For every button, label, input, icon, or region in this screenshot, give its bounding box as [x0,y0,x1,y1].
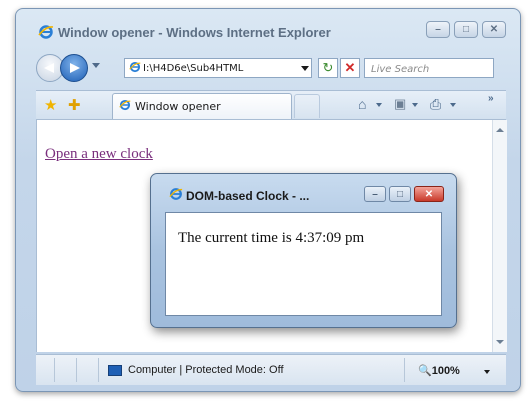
status-separator [76,358,77,382]
address-text: I:\H4D6e\Sub4HTML [143,62,244,74]
popup-caption-buttons: – □ ✕ [364,186,444,202]
print-dropdown[interactable] [450,103,456,107]
security-zone[interactable]: Computer | Protected Mode: Off [108,364,284,376]
ie-logo-icon [169,187,183,204]
minimize-icon: – [372,188,378,200]
minimize-icon: – [435,24,441,35]
window-title: Window opener - Windows Internet Explore… [58,25,331,40]
print-icon[interactable]: ⎙ [430,96,441,113]
forward-button[interactable] [60,54,88,82]
favorites-star-icon[interactable]: ★ [44,96,57,114]
status-separator [98,358,99,382]
screenshot-stage: Window opener - Windows Internet Explore… [0,0,528,403]
open-clock-link[interactable]: Open a new clock [45,146,153,163]
zoom-dropdown[interactable] [484,370,490,374]
feeds-icon[interactable]: ▣ [394,96,406,112]
zoom-level[interactable]: 🔍100% [418,364,460,377]
popup-close-button[interactable]: ✕ [414,186,444,202]
minimize-button[interactable]: – [426,21,450,38]
scroll-up-icon[interactable] [496,128,504,132]
home-icon[interactable]: ⌂ [358,96,366,112]
address-bar[interactable]: I:\H4D6e\Sub4HTML [124,58,312,78]
popup-minimize-button[interactable]: – [364,186,386,202]
zoom-icon: 🔍 [418,365,432,377]
refresh-button[interactable]: ↻ [318,58,338,78]
maximize-icon: □ [462,24,470,35]
home-dropdown[interactable] [376,103,382,107]
ie-logo-icon [38,24,54,43]
scroll-down-icon[interactable] [496,340,504,344]
tab-label: Window opener [135,100,221,113]
current-time-text: The current time is 4:37:09 pm [178,230,365,246]
maximize-icon: □ [396,188,404,200]
tab-page-icon [119,99,131,114]
stop-button[interactable]: ✕ [340,58,360,78]
page-icon [129,61,141,76]
close-icon: ✕ [489,24,499,35]
security-zone-text: Computer | Protected Mode: Off [128,364,284,376]
clock-popup-window: DOM-based Clock - ... – □ ✕ The current … [150,173,457,328]
refresh-icon: ↻ [322,60,334,75]
popup-title: DOM-based Clock - ... [186,188,310,203]
popup-title-bar: DOM-based Clock - ... [169,187,309,204]
computer-icon [108,364,122,376]
add-favorites-icon[interactable]: ✚ [68,96,81,114]
stop-icon: ✕ [344,60,356,75]
more-commands-chevron-icon[interactable]: » [488,93,494,104]
popup-content: The current time is 4:37:09 pm [165,212,442,316]
recent-pages-dropdown[interactable] [92,63,100,68]
search-input[interactable] [364,58,494,78]
popup-maximize-button[interactable]: □ [389,186,411,202]
navigation-bar: I:\H4D6e\Sub4HTML ↻ ✕ [36,52,506,84]
zoom-value: 100% [431,365,460,377]
window-caption-buttons: – □ ✕ [426,21,506,38]
close-button[interactable]: ✕ [482,21,506,38]
status-bar: Computer | Protected Mode: Off 🔍100% [36,354,506,385]
new-tab-button[interactable] [294,94,320,118]
status-separator [404,358,405,382]
window-title-bar: Window opener - Windows Internet Explore… [38,24,331,43]
close-icon: ✕ [424,188,434,200]
status-separator [54,358,55,382]
tab-bar: ★ ✚ Window opener ⌂ ▣ ⎙ » [36,90,506,120]
maximize-button[interactable]: □ [454,21,478,38]
address-dropdown[interactable] [299,59,311,77]
vertical-scrollbar[interactable] [492,120,507,352]
tab-window-opener[interactable]: Window opener [112,93,292,119]
feeds-dropdown[interactable] [412,103,418,107]
